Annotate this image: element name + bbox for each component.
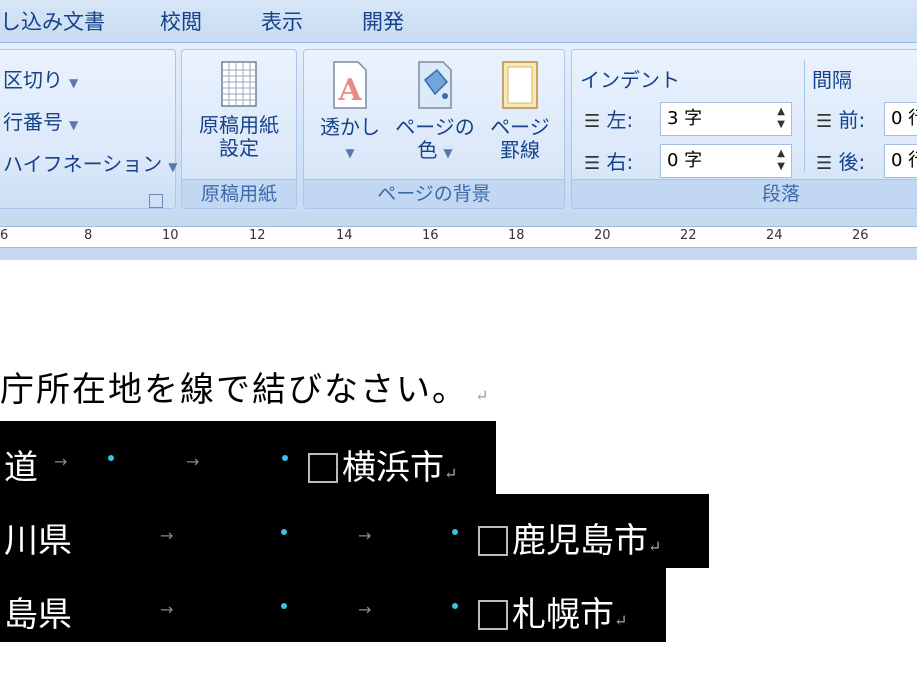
dropdown-arrow-icon: ▼ — [443, 146, 453, 160]
watermark-icon: A — [333, 61, 367, 109]
tab-developer[interactable]: 開発 — [362, 6, 404, 36]
connector-dot[interactable] — [452, 603, 458, 609]
tab-mark-icon: → — [186, 452, 200, 471]
paragraph-mark-icon: ↵ — [444, 464, 458, 483]
ruler-number: 20 — [594, 228, 611, 243]
ruler-number: 12 — [249, 228, 266, 243]
dropdown-arrow-icon: ▼ — [69, 118, 79, 132]
spacing-label: 間隔 — [812, 68, 852, 92]
watermark-button[interactable]: A 透かし ▼ — [312, 60, 388, 165]
paragraph-mark-icon: ↵ — [614, 611, 628, 630]
separator — [804, 60, 805, 172]
group-genko: 原稿用紙 設定 原稿用紙 — [181, 49, 297, 209]
manuscript-paper-icon — [221, 61, 257, 107]
line-numbers-button[interactable]: 行番号 ▼ — [3, 106, 78, 135]
dropdown-arrow-icon: ▼ — [345, 146, 355, 160]
group-page-background: A 透かし ▼ ページの 色 ▼ ページ 罫線 ページの背景 — [303, 49, 565, 209]
group-label-paragraph: 段落 — [572, 179, 917, 208]
paragraph-mark-icon: ↵ — [468, 386, 491, 405]
page-border-icon — [502, 61, 538, 109]
spacing-before-label: ☰ 前: — [816, 108, 866, 132]
tab-mark-icon: → — [160, 526, 174, 545]
indent-right-label: ☰ 右: — [584, 150, 634, 174]
checkbox-square — [308, 453, 338, 483]
paragraph-mark-icon: ↵ — [648, 537, 662, 556]
indent-right-icon: ☰ — [584, 153, 601, 174]
svg-text:A: A — [337, 73, 362, 108]
indent-label: インデント — [580, 68, 680, 92]
connector-dot[interactable] — [281, 603, 287, 609]
indent-left-label: ☰ 左: — [584, 108, 634, 132]
tab-mark-icon: → — [358, 526, 372, 545]
hyphenation-button[interactable]: ハイフネーション ▼ — [3, 148, 177, 177]
ruler-number: 14 — [336, 228, 353, 243]
ruler-number: 10 — [162, 228, 179, 243]
spacing-after-spinner[interactable]: 0 行 — [884, 144, 917, 178]
ribbon-tab-bar: し込み文書 校閲 表示 開発 — [0, 0, 917, 42]
instruction-text[interactable]: 庁所在地を線で結びなさい。 ↵ — [0, 362, 491, 411]
connector-dot[interactable] — [452, 529, 458, 535]
indent-left-icon: ☰ — [584, 111, 601, 132]
connector-dot[interactable] — [281, 529, 287, 535]
row-2-left[interactable]: 川県 — [4, 513, 72, 562]
dialog-launcher-icon[interactable] — [149, 194, 163, 208]
group-label-genko: 原稿用紙 — [182, 179, 296, 208]
spacing-before-spinner[interactable]: 0 行 — [884, 102, 917, 136]
ruler-number: 26 — [852, 228, 869, 243]
tab-mark-icon: → — [54, 452, 68, 471]
ruler-number: 16 — [422, 228, 439, 243]
connector-dot[interactable] — [282, 455, 288, 461]
group-page-setup: 区切り ▼ 行番号 ▼ ハイフネーション ▼ — [0, 49, 177, 209]
indent-left-spinner[interactable]: 3 字 ▲ ▼ — [660, 102, 792, 136]
paint-bucket-icon — [418, 61, 452, 109]
tab-mailings[interactable]: し込み文書 — [0, 6, 105, 36]
dropdown-arrow-icon: ▼ — [168, 160, 178, 174]
spacing-before-icon: ☰ — [816, 111, 833, 132]
ruler-number: 18 — [508, 228, 525, 243]
row-1-right[interactable]: 横浜市↵ — [308, 440, 457, 489]
spacing-after-label: ☰ 後: — [816, 150, 866, 174]
ruler-number: 6 — [0, 228, 9, 243]
dropdown-arrow-icon: ▼ — [69, 76, 79, 90]
ribbon: 区切り ▼ 行番号 ▼ ハイフネーション ▼ 原稿用紙 設定 原稿用紙 A 透か… — [0, 42, 917, 213]
row-3-left[interactable]: 島県 — [4, 587, 72, 636]
ruler-number: 22 — [680, 228, 697, 243]
checkbox-square — [478, 600, 508, 630]
indent-right-spinner[interactable]: 0 字 ▲ ▼ — [660, 144, 792, 178]
ruler-number: 8 — [84, 228, 93, 243]
page-color-button[interactable]: ページの 色 ▼ — [392, 60, 478, 165]
row-3-right[interactable]: 札幌市↵ — [478, 587, 627, 636]
tab-mark-icon: → — [160, 600, 174, 619]
row-1-left[interactable]: 道 — [4, 440, 38, 489]
spinner-arrows-icon[interactable]: ▲ ▼ — [777, 147, 785, 173]
group-label-page-background: ページの背景 — [304, 179, 564, 208]
tab-mark-icon: → — [358, 600, 372, 619]
spinner-arrows-icon[interactable]: ▲ ▼ — [777, 105, 785, 131]
checkbox-square — [478, 526, 508, 556]
spacing-after-icon: ☰ — [816, 153, 833, 174]
breaks-button[interactable]: 区切り ▼ — [3, 64, 78, 93]
tab-review[interactable]: 校閲 — [160, 6, 202, 36]
page-borders-button[interactable]: ページ 罫線 — [482, 60, 558, 162]
connector-dot[interactable] — [108, 455, 114, 461]
row-2-right[interactable]: 鹿児島市↵ — [478, 513, 661, 562]
genko-settings-button[interactable]: 原稿用紙 設定 — [188, 60, 290, 160]
group-paragraph: インデント ☰ 左: 3 字 ▲ ▼ ☰ 右: 0 字 ▲ ▼ 間隔 ☰ 前: 0 … — [571, 49, 917, 209]
ruler-number: 24 — [766, 228, 783, 243]
horizontal-ruler[interactable]: 6 8 10 12 14 16 18 20 22 24 26 — [0, 212, 917, 260]
tab-view[interactable]: 表示 — [261, 6, 303, 36]
